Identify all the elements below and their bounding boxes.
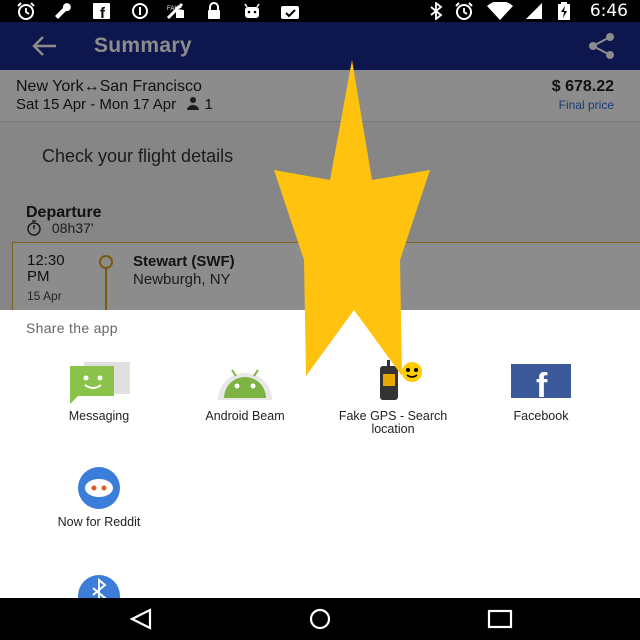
share-target-label: Facebook xyxy=(513,409,569,423)
share-target-label: Messaging xyxy=(68,409,130,423)
svg-text:FAKE: FAKE xyxy=(167,6,182,12)
share-target-fake-gps[interactable]: Fake GPS - Search location xyxy=(318,360,468,436)
home-nav-icon[interactable] xyxy=(306,608,334,630)
reddit-app-icon xyxy=(64,466,134,510)
share-sheet: Share the app Messaging Android Beam Fak… xyxy=(0,310,640,598)
battery-charging-icon xyxy=(558,2,570,20)
share-target-label: Now for Reddit xyxy=(57,515,141,529)
fake-gps-icon: FAKE xyxy=(166,2,184,20)
status-bar: f FAKE 6:46 xyxy=(0,0,640,22)
fake-gps-app-icon xyxy=(358,360,428,404)
wrench-icon xyxy=(55,3,71,19)
back-nav-icon[interactable] xyxy=(128,608,156,630)
share-target-messaging[interactable]: Messaging xyxy=(24,360,174,423)
summary-screen: Summary New York↔San Francisco Sat 15 Ap… xyxy=(0,22,640,310)
alarm-icon xyxy=(17,2,35,20)
share-target-now-for-reddit[interactable]: Now for Reddit xyxy=(24,466,174,529)
share-target-bluetooth[interactable] xyxy=(24,572,174,598)
android-beam-icon xyxy=(210,360,280,404)
android-debug-icon xyxy=(244,3,260,18)
facebook-icon: f xyxy=(93,3,110,20)
share-sheet-title: Share the app xyxy=(26,320,118,336)
status-time: 6:46 xyxy=(589,1,628,21)
recents-nav-icon[interactable] xyxy=(486,608,514,630)
share-target-android-beam[interactable]: Android Beam xyxy=(170,360,320,423)
scrim[interactable] xyxy=(0,22,640,310)
bluetooth-icon xyxy=(430,2,443,20)
share-target-label: Android Beam xyxy=(205,409,285,423)
task-icon xyxy=(281,6,299,19)
share-target-facebook[interactable]: f Facebook xyxy=(466,360,616,423)
facebook-app-icon: f xyxy=(506,360,576,405)
wifi-icon xyxy=(487,2,513,20)
signal-icon xyxy=(526,3,542,19)
data-saver-icon xyxy=(132,3,148,19)
alarm-icon xyxy=(455,2,473,20)
svg-text:f: f xyxy=(536,367,548,404)
share-target-label: Fake GPS - Search location xyxy=(338,409,448,436)
lock-icon xyxy=(208,2,220,19)
navigation-bar xyxy=(0,598,640,640)
messaging-icon xyxy=(64,360,134,404)
bluetooth-app-icon xyxy=(64,572,134,598)
